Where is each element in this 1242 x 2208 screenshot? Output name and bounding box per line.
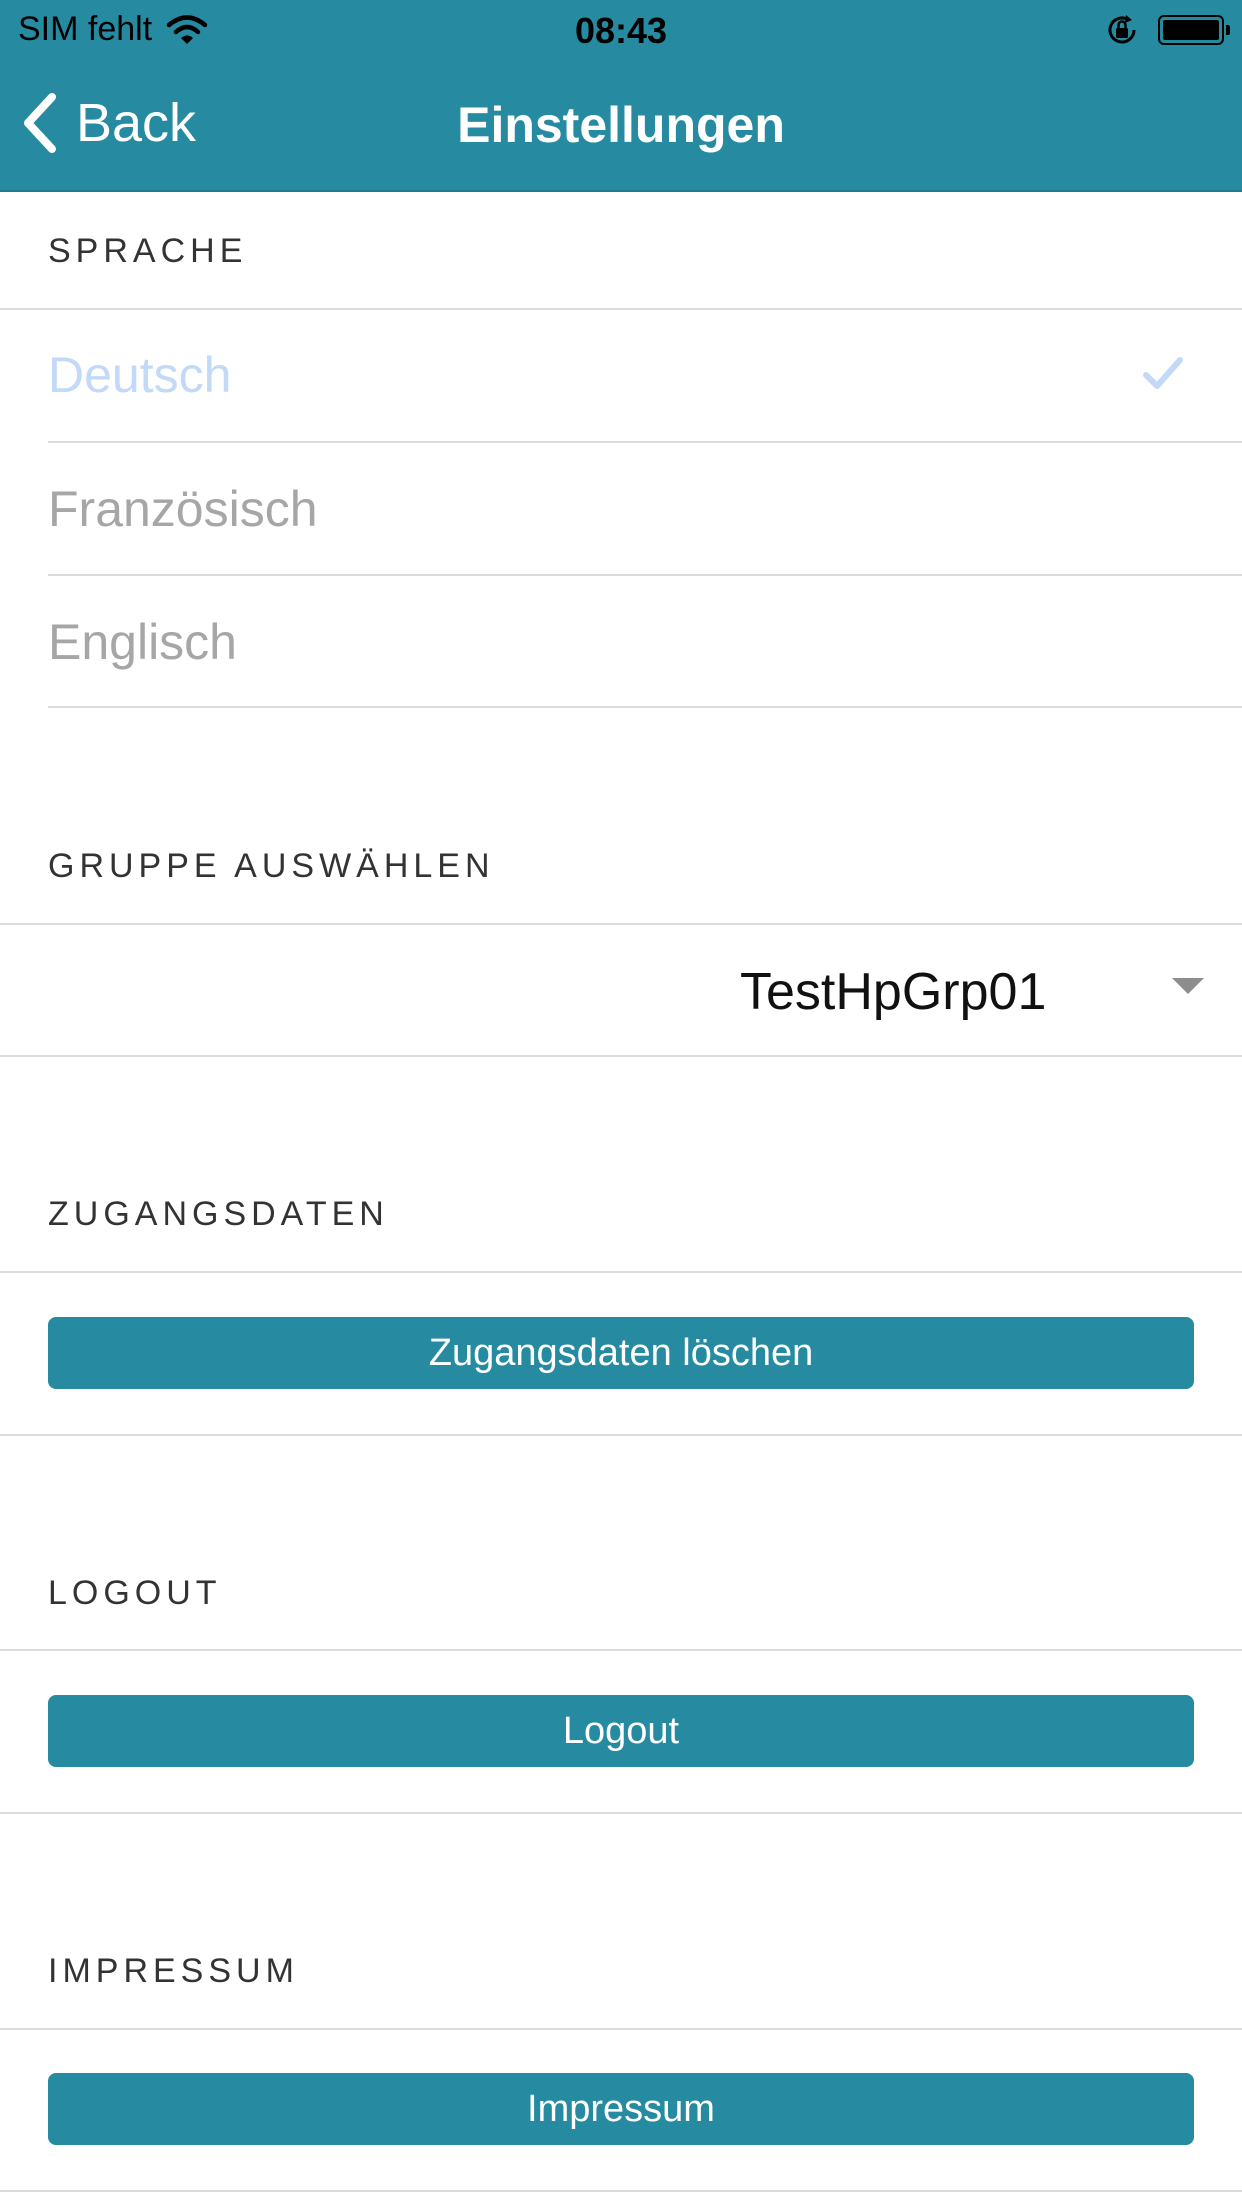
divider [0, 1812, 1242, 1814]
divider [0, 308, 1242, 310]
divider [0, 2190, 1242, 2192]
rotation-lock-icon [1108, 15, 1136, 44]
language-option-englisch[interactable]: Englisch [48, 613, 237, 671]
divider [0, 1649, 1242, 1651]
group-section-header: GRUPPE AUSWÄHLEN [48, 847, 495, 885]
language-option-franzoesisch[interactable]: Französisch [48, 480, 318, 538]
logout-button[interactable]: Logout [48, 1695, 1194, 1767]
clock: 08:43 [574, 10, 668, 51]
imprint-button[interactable]: Impressum [48, 2073, 1194, 2145]
language-section-header: SPRACHE [48, 232, 248, 270]
status-bar: SIM fehlt 08:43 [0, 0, 1242, 60]
language-option-deutsch[interactable]: Deutsch [48, 346, 231, 404]
credentials-section-header: ZUGANGSDATEN [48, 1195, 389, 1233]
app-header: SIM fehlt 08:43 Back Einstellungen [0, 0, 1242, 192]
divider [48, 441, 1242, 443]
logout-section-header: LOGOUT [48, 1574, 222, 1612]
dropdown-arrow-icon [1172, 978, 1204, 994]
divider [48, 574, 1242, 576]
imprint-section-header: IMPRESSUM [48, 1952, 299, 1990]
group-select[interactable] [0, 925, 1242, 1055]
group-select-value: TestHpGrp01 [740, 963, 1047, 1021]
divider [0, 1271, 1242, 1273]
divider [48, 706, 1242, 708]
navigation-bar: Back Einstellungen [0, 62, 1242, 190]
page-title: Einstellungen [457, 97, 785, 153]
checkmark-icon [1143, 357, 1183, 389]
battery-icon [1158, 15, 1230, 45]
delete-credentials-button[interactable]: Zugangsdaten löschen [48, 1317, 1194, 1389]
divider [0, 1434, 1242, 1436]
divider [0, 1055, 1242, 1057]
divider [0, 2028, 1242, 2030]
status-right [1104, 12, 1230, 48]
